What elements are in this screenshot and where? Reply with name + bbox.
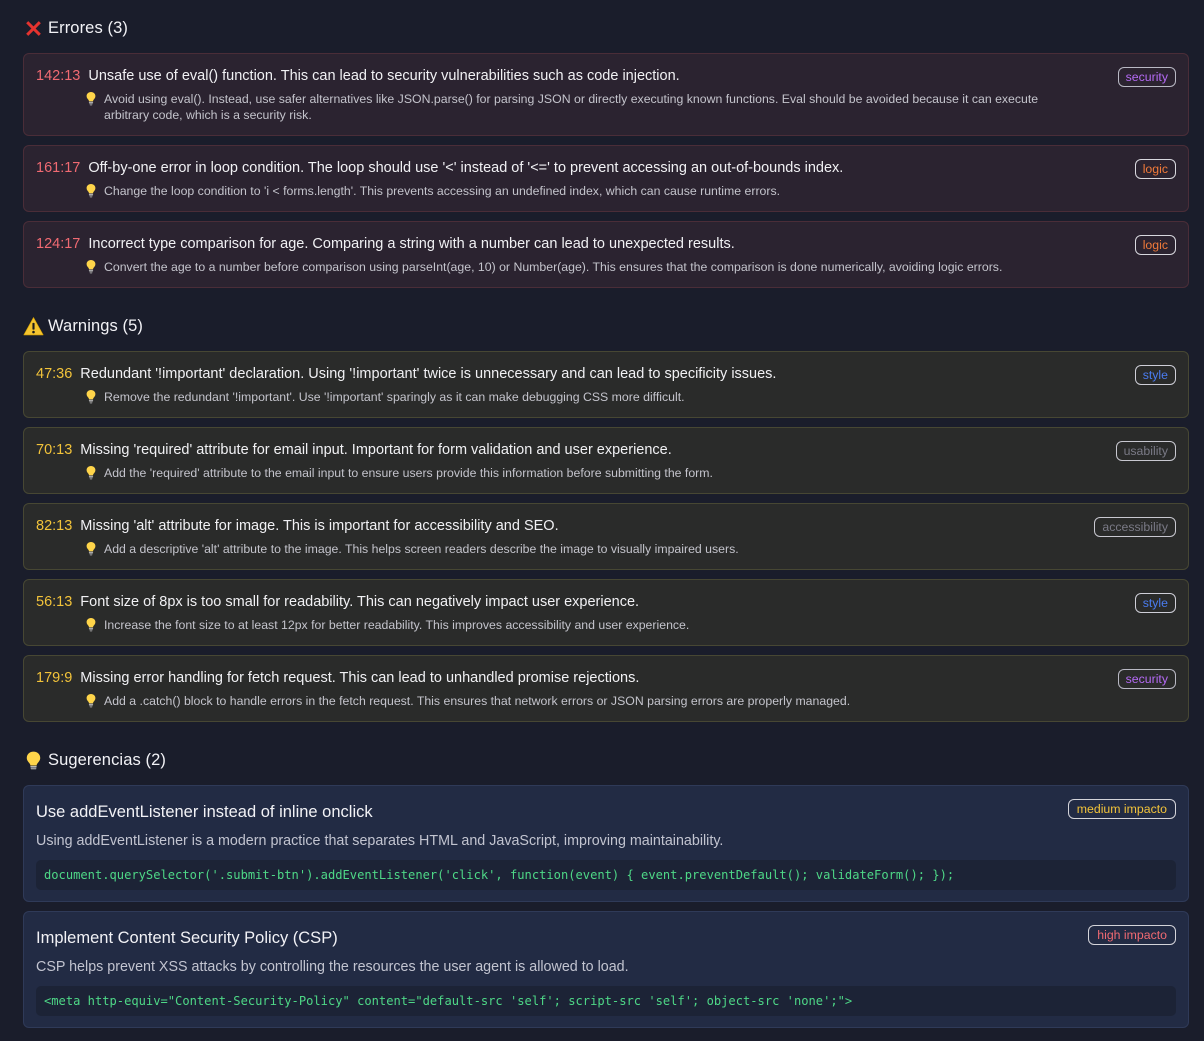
- suggestion-card: Use addEventListener instead of inline o…: [23, 785, 1189, 902]
- category-tag: usability: [1115, 441, 1176, 461]
- issue-suggestion: Add the 'required' attribute to the emai…: [84, 465, 1176, 481]
- warnings-header: Warnings (5): [23, 314, 1189, 338]
- error-card: 142:13 Unsafe use of eval() function. Thi…: [23, 53, 1189, 136]
- error-card: 124:17 Incorrect type comparison for age.…: [23, 221, 1189, 288]
- issue-location[interactable]: 47:36: [36, 366, 72, 383]
- warning-card: 179:9 Missing error handling for fetch re…: [23, 655, 1189, 722]
- warnings-list: 47:36 Redundant '!important' declaration.…: [23, 351, 1189, 722]
- issue-suggestion-text: Add a descriptive 'alt' attribute to the…: [104, 542, 739, 556]
- issue-suggestion-text: Avoid using eval(). Instead, use safer a…: [104, 92, 1039, 122]
- issue-line: 56:13 Font size of 8px is too small for r…: [36, 594, 1176, 611]
- lightbulb-icon: [84, 617, 98, 633]
- issue-suggestion-text: Convert the age to a number before compa…: [104, 260, 1003, 274]
- lightbulb-icon: [84, 693, 98, 709]
- category-tag: logic: [1134, 159, 1176, 179]
- issue-suggestion: Convert the age to a number before compa…: [84, 259, 1176, 275]
- issue-suggestion: Remove the redundant '!important'. Use '…: [84, 389, 1176, 405]
- issue-suggestion-text: Change the loop condition to 'i < forms.…: [104, 184, 781, 198]
- warning-card: 70:13 Missing 'required' attribute for em…: [23, 427, 1189, 494]
- lightbulb-icon: [84, 183, 98, 199]
- warning-triangle-icon: [23, 316, 44, 337]
- issue-suggestion: Increase the font size to at least 12px …: [84, 617, 1176, 633]
- lightbulb-icon: [84, 389, 98, 405]
- issue-message: Missing error handling for fetch request…: [80, 670, 640, 686]
- issue-suggestion-text: Remove the redundant '!important'. Use '…: [104, 390, 685, 404]
- category-tag: style: [1134, 365, 1176, 385]
- suggestions-header: Sugerencias (2): [23, 748, 1189, 772]
- errors-header: Errores (3): [23, 16, 1189, 40]
- lightbulb-icon: [23, 750, 44, 771]
- cross-mark-icon: [23, 18, 44, 39]
- issue-suggestion: Add a .catch() block to handle errors in…: [84, 693, 1176, 709]
- issue-line: 82:13 Missing 'alt' attribute for image. …: [36, 518, 1176, 535]
- issue-suggestion: Avoid using eval(). Instead, use safer a…: [84, 91, 1176, 123]
- issue-suggestion-text: Increase the font size to at least 12px …: [104, 618, 690, 632]
- analysis-panel: Errores (3) 142:13 Unsafe use of eval() f…: [0, 0, 1204, 1028]
- category-tag: logic: [1134, 235, 1176, 255]
- category-tag: accessibility: [1094, 517, 1176, 537]
- suggestion-title: Use addEventListener instead of inline o…: [36, 803, 373, 821]
- lightbulb-icon: [84, 541, 98, 557]
- warning-card: 47:36 Redundant '!important' declaration.…: [23, 351, 1189, 418]
- issue-location[interactable]: 161:17: [36, 160, 80, 177]
- issue-location[interactable]: 142:13: [36, 68, 80, 85]
- code-snippet[interactable]: document.querySelector('.submit-btn').ad…: [36, 860, 1176, 890]
- issue-suggestion-text: Add a .catch() block to handle errors in…: [104, 694, 851, 708]
- suggestions-list: Use addEventListener instead of inline o…: [23, 785, 1189, 1028]
- issue-message: Font size of 8px is too small for readab…: [80, 594, 640, 610]
- issue-location[interactable]: 56:13: [36, 594, 72, 611]
- errors-title: Errores (3): [48, 18, 128, 37]
- issue-line: 179:9 Missing error handling for fetch re…: [36, 670, 1176, 687]
- category-tag: security: [1117, 67, 1176, 87]
- issue-location[interactable]: 70:13: [36, 442, 72, 459]
- lightbulb-icon: [84, 259, 98, 275]
- issue-line: 142:13 Unsafe use of eval() function. Thi…: [36, 68, 1176, 85]
- issue-message: Unsafe use of eval() function. This can …: [88, 68, 680, 84]
- warnings-title: Warnings (5): [48, 316, 144, 335]
- lightbulb-icon: [84, 465, 98, 481]
- impact-badge: medium impacto: [1067, 799, 1176, 819]
- issue-message: Missing 'alt' attribute for image. This …: [80, 518, 559, 534]
- issue-location[interactable]: 124:17: [36, 236, 80, 253]
- code-snippet[interactable]: <meta http-equiv="Content-Security-Polic…: [36, 986, 1176, 1016]
- issue-line: 124:17 Incorrect type comparison for age.…: [36, 236, 1176, 253]
- warning-card: 82:13 Missing 'alt' attribute for image. …: [23, 503, 1189, 570]
- category-tag: security: [1117, 669, 1176, 689]
- issue-suggestion-text: Add the 'required' attribute to the emai…: [104, 466, 713, 480]
- warnings-section: Warnings (5) 47:36 Redundant '!important'…: [23, 314, 1189, 722]
- errors-list: 142:13 Unsafe use of eval() function. Thi…: [23, 53, 1189, 288]
- impact-badge: high impacto: [1088, 925, 1176, 945]
- issue-line: 47:36 Redundant '!important' declaration.…: [36, 366, 1176, 383]
- issue-line: 161:17 Off-by-one error in loop condition…: [36, 160, 1176, 177]
- issue-suggestion: Change the loop condition to 'i < forms.…: [84, 183, 1176, 199]
- suggestion-card: Implement Content Security Policy (CSP) h…: [23, 911, 1189, 1028]
- issue-line: 70:13 Missing 'required' attribute for em…: [36, 442, 1176, 459]
- lightbulb-icon: [84, 91, 98, 107]
- suggestion-description: Using addEventListener is a modern pract…: [36, 833, 724, 849]
- category-tag: style: [1134, 593, 1176, 613]
- warning-card: 56:13 Font size of 8px is too small for r…: [23, 579, 1189, 646]
- error-card: 161:17 Off-by-one error in loop condition…: [23, 145, 1189, 212]
- issue-message: Missing 'required' attribute for email i…: [80, 442, 672, 458]
- suggestions-section: Sugerencias (2) Use addEventListener ins…: [23, 748, 1189, 1028]
- issue-message: Off-by-one error in loop condition. The …: [88, 160, 844, 176]
- issue-message: Redundant '!important' declaration. Usin…: [80, 366, 777, 382]
- issue-message: Incorrect type comparison for age. Compa…: [88, 236, 735, 252]
- issue-location[interactable]: 82:13: [36, 518, 72, 535]
- suggestions-title: Sugerencias (2): [48, 750, 166, 769]
- issue-location[interactable]: 179:9: [36, 670, 72, 687]
- issue-suggestion: Add a descriptive 'alt' attribute to the…: [84, 541, 1176, 557]
- suggestion-description: CSP helps prevent XSS attacks by control…: [36, 959, 629, 975]
- errors-section: Errores (3) 142:13 Unsafe use of eval() f…: [23, 16, 1189, 288]
- suggestion-title: Implement Content Security Policy (CSP): [36, 929, 338, 947]
